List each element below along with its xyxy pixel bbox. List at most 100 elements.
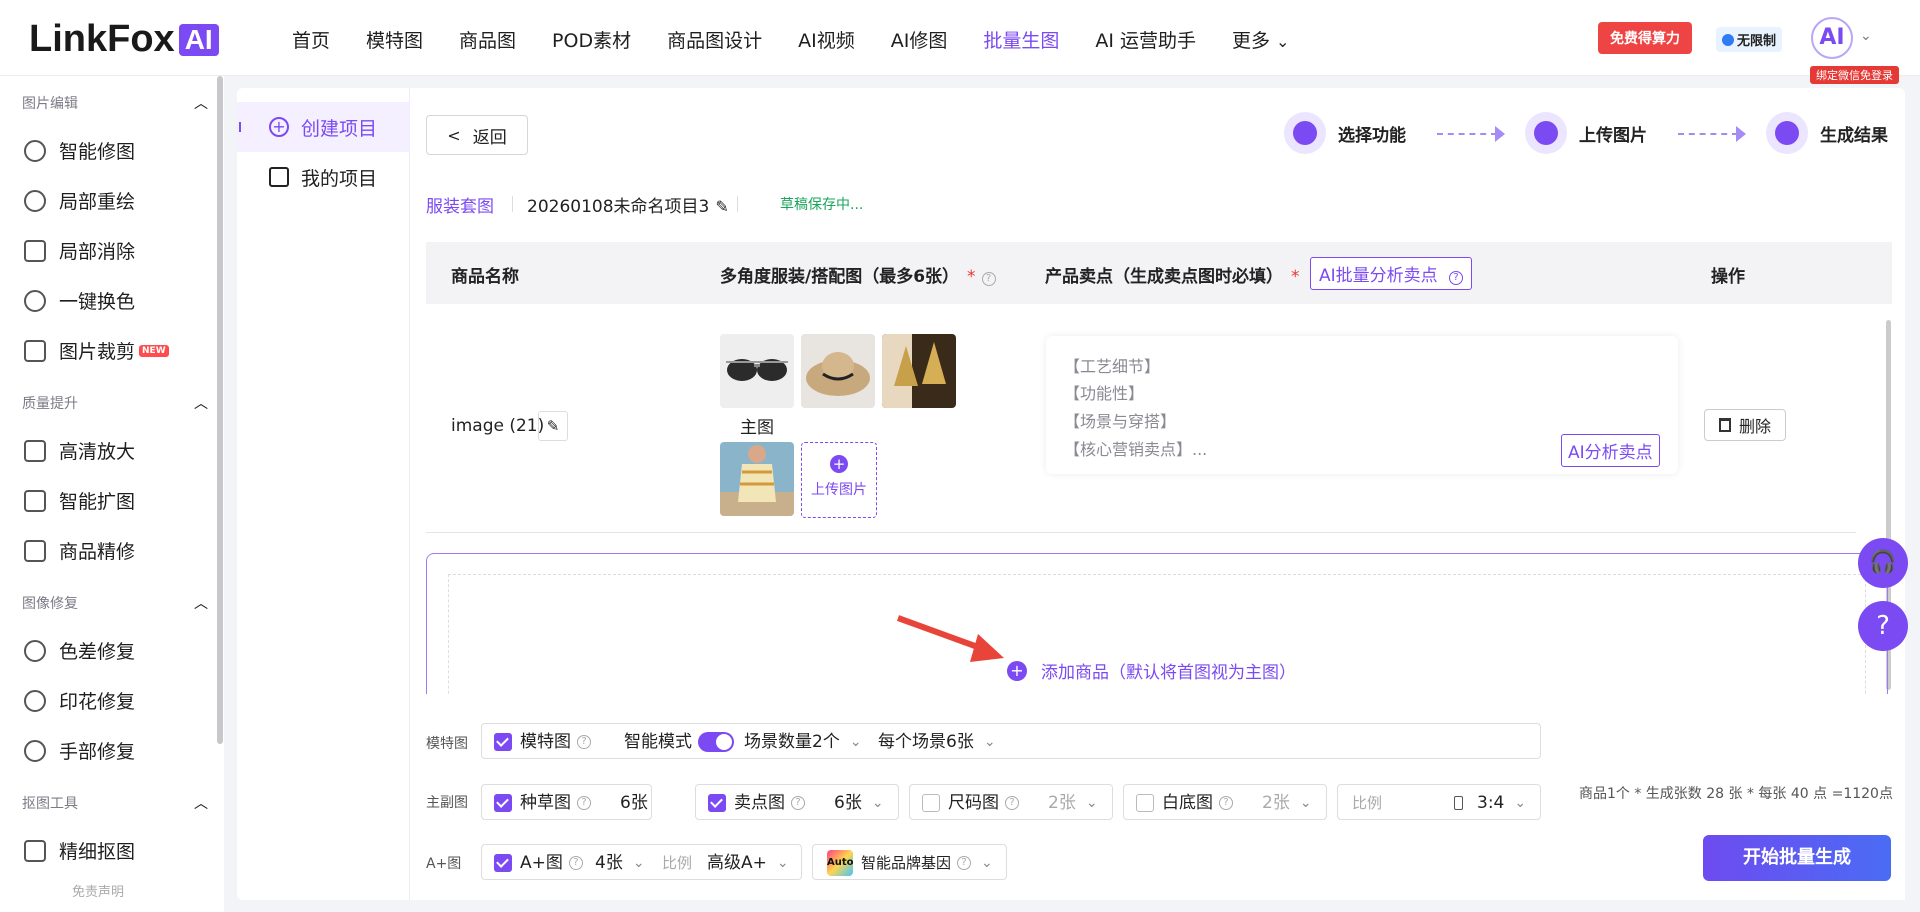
- nav-home[interactable]: 首页: [292, 26, 330, 53]
- sidebar-item-smart-retouch[interactable]: 智能修图: [24, 137, 135, 164]
- chevron-down-icon[interactable]: ⌄: [1860, 28, 1872, 44]
- free-credits-button[interactable]: 免费得算力: [1598, 22, 1692, 54]
- scene-count-select[interactable]: 场景数量2个 ⌄: [744, 724, 862, 760]
- per-scene-select[interactable]: 每个场景6张 ⌄: [878, 724, 996, 760]
- checkbox-checked[interactable]: [494, 733, 512, 751]
- sidebar-group-edit[interactable]: 图片编辑 ︿: [22, 93, 208, 113]
- help-icon[interactable]: ?: [981, 272, 996, 286]
- upload-image-button[interactable]: + 上传图片: [801, 442, 877, 518]
- headset-icon[interactable]: 🎧: [1858, 538, 1908, 588]
- checkbox-unchecked[interactable]: [1136, 794, 1154, 812]
- sidebar-item-recolor[interactable]: 一键换色: [24, 287, 135, 314]
- nav-video[interactable]: AI视频: [798, 26, 855, 53]
- help-icon[interactable]: ?: [577, 796, 591, 810]
- sidebar-group-cutout[interactable]: 抠图工具 ︿: [22, 793, 208, 813]
- start-batch-button[interactable]: 开始批量生成: [1703, 835, 1891, 881]
- delete-button[interactable]: 删除: [1704, 409, 1786, 441]
- ratio-select[interactable]: 比例 3:4 ⌄: [1337, 784, 1541, 820]
- help-icon[interactable]: ?: [957, 856, 972, 870]
- ai-batch-analyze-button[interactable]: AI批量分析卖点 ?: [1310, 257, 1473, 290]
- sidebar-item-refine[interactable]: 商品精修: [24, 537, 135, 564]
- help-icon[interactable]: ?: [791, 796, 805, 810]
- size-count-select[interactable]: 2张 ⌄: [1048, 785, 1098, 821]
- sell-option[interactable]: 卖点图? 6张 ⌄: [695, 784, 899, 820]
- product-image-top[interactable]: [720, 442, 794, 516]
- brand-gene[interactable]: Auto 智能品牌基因? ⌄: [827, 845, 993, 881]
- nav-batch[interactable]: 批量生图: [983, 26, 1059, 53]
- white-option[interactable]: 白底图? 2张 ⌄: [1123, 784, 1327, 820]
- nav-product[interactable]: 商品图: [459, 26, 516, 53]
- help-icon[interactable]: ?: [1005, 796, 1019, 810]
- checkbox-checked[interactable]: [494, 794, 512, 812]
- ai-analyze-button[interactable]: AI分析卖点: [1561, 434, 1660, 467]
- grass-option[interactable]: 种草图? 6张: [481, 784, 652, 820]
- toggle-switch[interactable]: [698, 732, 734, 752]
- product-image-sunglasses[interactable]: [720, 334, 794, 408]
- nav-model[interactable]: 模特图: [366, 26, 423, 53]
- product-image-earrings[interactable]: [882, 334, 956, 408]
- bind-wechat-tip[interactable]: 绑定微信免登录: [1810, 66, 1899, 84]
- aplus-count-select[interactable]: 4张 ⌄: [595, 845, 645, 881]
- chevron-up-icon[interactable]: ︿: [194, 393, 208, 413]
- brand-gene-select[interactable]: Auto 智能品牌基因? ⌄: [812, 844, 1007, 880]
- help-icon[interactable]: ?: [1449, 271, 1464, 285]
- size-option[interactable]: 尺码图? 2张 ⌄: [909, 784, 1113, 820]
- step-label: 选择功能: [1338, 125, 1406, 146]
- nav-assistant[interactable]: AI 运营助手: [1095, 26, 1196, 53]
- project-category[interactable]: 服装套图: [426, 192, 494, 217]
- disclaimer-link[interactable]: 免责声明: [72, 881, 124, 900]
- pencil-icon[interactable]: ✎: [715, 197, 728, 216]
- help-icon[interactable]: ?: [577, 735, 591, 749]
- ratio-value[interactable]: 3:4 ⌄: [1454, 785, 1526, 821]
- white-count-select[interactable]: 2张 ⌄: [1262, 785, 1312, 821]
- model-checkbox[interactable]: 模特图?: [494, 724, 591, 760]
- help-icon[interactable]: ?: [1219, 796, 1233, 810]
- aplus-level-select[interactable]: 高级A+ ⌄: [707, 845, 789, 881]
- nav-more[interactable]: 更多: [1232, 26, 1289, 53]
- project-name[interactable]: 20260108未命名项目3 ✎: [527, 192, 729, 217]
- chevron-up-icon[interactable]: ︿: [194, 793, 208, 813]
- product-image-hat[interactable]: [801, 334, 875, 408]
- sidebar-item-inpaint[interactable]: 局部重绘: [24, 187, 135, 214]
- sell-checkbox[interactable]: 卖点图?: [708, 785, 805, 821]
- add-product-button[interactable]: + 添加商品（默认将首图视为主图）: [1007, 658, 1296, 683]
- back-button[interactable]: < 返回: [426, 115, 528, 155]
- sidebar-item-hand-fix[interactable]: 手部修复: [24, 737, 135, 764]
- sidebar-item-color-fix[interactable]: 色差修复: [24, 637, 135, 664]
- sidebar-scrollbar[interactable]: [217, 76, 223, 744]
- help-icon[interactable]: ?: [568, 856, 583, 870]
- sidebar-item-erase[interactable]: 局部消除: [24, 237, 135, 264]
- sidebar-group-quality[interactable]: 质量提升 ︿: [22, 393, 208, 413]
- grass-checkbox[interactable]: 种草图?: [494, 785, 591, 821]
- sidebar-item-upscale[interactable]: 高清放大: [24, 437, 135, 464]
- nav-design[interactable]: 商品图设计: [667, 26, 762, 53]
- size-checkbox[interactable]: 尺码图?: [922, 785, 1019, 821]
- edit-name-button[interactable]: ✎: [538, 411, 568, 441]
- checkbox-checked[interactable]: [494, 854, 512, 872]
- chevron-up-icon[interactable]: ︿: [194, 93, 208, 113]
- smart-mode-toggle[interactable]: 智能模式: [624, 724, 740, 760]
- ai-bulb-icon: [1766, 112, 1808, 154]
- white-checkbox[interactable]: 白底图?: [1136, 785, 1233, 821]
- nav-retouch[interactable]: AI修图: [891, 26, 948, 53]
- grass-count-select[interactable]: 6张: [620, 785, 648, 821]
- checkbox-unchecked[interactable]: [922, 794, 940, 812]
- logo[interactable]: LinkFox AI: [29, 18, 219, 61]
- add-product-dropzone[interactable]: [448, 574, 1866, 714]
- nav-pod[interactable]: POD素材: [552, 26, 631, 53]
- chevron-up-icon[interactable]: ︿: [194, 593, 208, 613]
- checkbox-checked[interactable]: [708, 794, 726, 812]
- subnav-mine[interactable]: 我的项目: [237, 152, 410, 202]
- sidebar-item-crop[interactable]: 图片裁剪 NEW: [24, 337, 169, 364]
- sidebar-item-print-fix[interactable]: 印花修复: [24, 687, 135, 714]
- sidebar-item-cutout[interactable]: 精细抠图: [24, 837, 135, 864]
- help-circle-icon[interactable]: ?: [1858, 601, 1908, 651]
- document-icon: [269, 167, 289, 187]
- sidebar-group-repair[interactable]: 图像修复 ︿: [22, 593, 208, 613]
- sell-count-select[interactable]: 6张 ⌄: [834, 785, 884, 821]
- subnav-create[interactable]: + 创建项目: [237, 102, 410, 152]
- avatar[interactable]: AI: [1811, 17, 1853, 59]
- sidebar-item-expand[interactable]: 智能扩图: [24, 487, 135, 514]
- aplus-checkbox[interactable]: A+图?: [494, 845, 583, 881]
- required-mark: *: [1291, 267, 1300, 287]
